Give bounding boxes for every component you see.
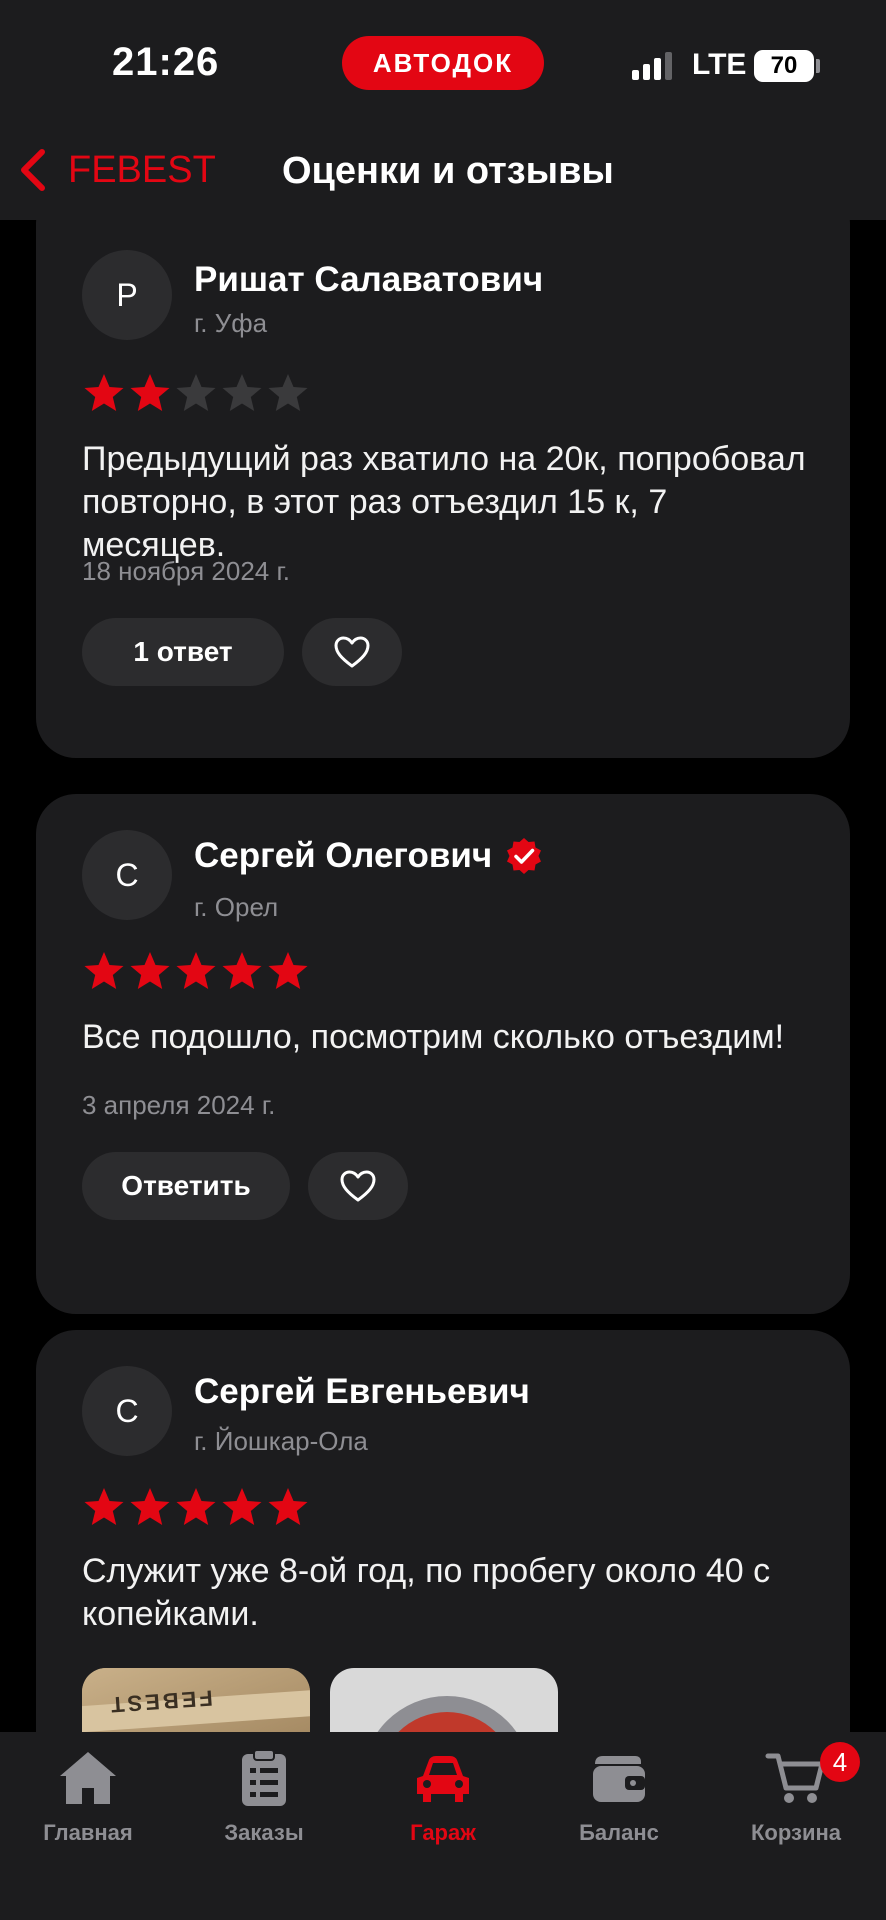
chevron-left-icon [21,149,45,191]
author-name: Сергей Евгеньевич [194,1372,530,1411]
tab-garage[interactable]: Гараж [363,1748,523,1846]
tab-home[interactable]: Главная [8,1748,168,1846]
tab-label: Заказы [224,1820,304,1845]
review-text: Все подошло, посмотрим сколько отъездим! [82,1018,785,1056]
avatar: Р [82,250,172,340]
star-filled-icon [84,374,124,411]
tab-label: Баланс [579,1820,659,1845]
review-date: 18 ноября 2024 г. [82,556,290,586]
rating-stars [82,950,310,992]
tab-orders[interactable]: Заказы [184,1748,344,1846]
battery-tip [816,59,820,73]
star-filled-icon [130,1488,170,1525]
tab-label: Главная [43,1820,133,1845]
star-filled-icon [84,952,124,989]
review-text: Служит уже 8-ой год, по пробегу около 40… [82,1552,771,1633]
cart-count-badge: 4 [820,1742,860,1782]
star-filled-icon [84,1488,124,1525]
star-filled-icon [268,952,308,989]
verified-badge-icon [507,838,542,874]
tab-balance[interactable]: Баланс [539,1748,699,1846]
rating-stars [82,372,310,414]
network-type: LTE [692,48,747,81]
review-city: г. Йошкар-Ола [194,1426,368,1456]
review-author: Сергей Евгеньевич [194,1372,530,1412]
brand-logo: АВТОДОК [342,36,544,90]
review-card: Р Ришат Салаватович г. Уфа Предыдущий ра… [36,220,850,758]
star-filled-icon [176,1488,216,1525]
author-name: Ришат Салаватович [194,260,544,299]
status-time: 21:26 [112,40,220,84]
star-empty-icon [176,374,216,411]
review-city: г. Орел [194,892,279,922]
back-label: FEBEST [68,148,216,191]
review-photo[interactable]: FEBEST [82,1668,310,1732]
signal-icon [632,52,672,80]
star-filled-icon [130,952,170,989]
home-icon [60,1752,116,1804]
wallet-icon [593,1756,645,1802]
back-button[interactable]: FEBEST [18,144,216,196]
star-filled-icon [222,1488,262,1525]
review-date: 3 апреля 2024 г. [82,1090,276,1120]
cart-icon [765,1753,825,1803]
rating-stars [82,1486,310,1528]
tab-bar: Главная Заказы Гараж Баланс Корзина [0,1732,886,1920]
review-city: г. Уфа [194,308,268,338]
tab-label: Гараж [410,1820,476,1845]
review-text: Предыдущий раз хватило на 20к, попробова… [82,440,806,564]
star-filled-icon [222,952,262,989]
status-bar: 21:26 АВТОДОК LTE 70 [0,0,886,120]
star-filled-icon [268,1488,308,1525]
like-button[interactable] [308,1152,408,1220]
replies-button[interactable]: 1 ответ [82,618,284,686]
page-title: Оценки и отзывы [282,150,614,192]
nav-header: FEBEST Оценки и отзывы [0,120,886,220]
star-filled-icon [130,374,170,411]
review-author: Ришат Салаватович [194,260,543,300]
review-card: С Сергей Олегович г. Орел Все подошло, п… [36,794,850,1314]
car-icon [417,1756,469,1802]
author-name: Сергей Олегович [194,836,493,875]
review-card: С Сергей Евгеньевич г. Йошкар-Ола Служит… [36,1330,850,1732]
tab-label: Корзина [751,1820,841,1845]
reviews-feed[interactable]: Р Ришат Салаватович г. Уфа Предыдущий ра… [0,220,886,1732]
star-filled-icon [176,952,216,989]
star-empty-icon [268,374,308,411]
reply-button[interactable]: Ответить [82,1152,290,1220]
review-photo[interactable] [330,1668,558,1732]
like-button[interactable] [302,618,402,686]
heart-icon [334,636,370,668]
battery-icon: 70 [754,50,814,82]
avatar: С [82,1366,172,1456]
heart-icon [340,1170,376,1202]
orders-icon [242,1749,286,1806]
avatar: С [82,830,172,920]
star-empty-icon [222,374,262,411]
review-author: Сергей Олегович [194,836,544,876]
